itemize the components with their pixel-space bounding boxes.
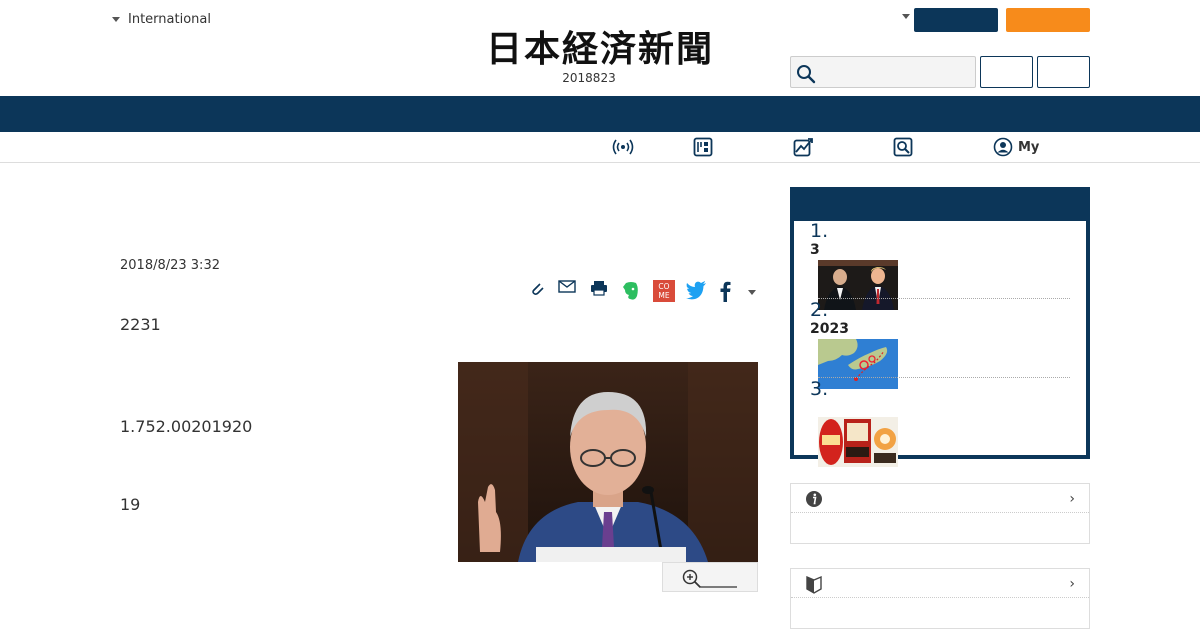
chevron-right-icon: › (1069, 491, 1075, 507)
main-nav-bar (0, 96, 1200, 132)
ranking-number: 2. (810, 299, 829, 321)
ranking-title: 2023 (810, 321, 849, 337)
login-button[interactable] (914, 8, 998, 32)
ranking-thumb-3[interactable] (818, 417, 898, 467)
ranking-divider (818, 377, 1070, 378)
user-icon[interactable] (993, 137, 1013, 157)
twitter-icon[interactable] (685, 280, 707, 300)
nikkei-logo[interactable]: 日本経済新聞 (452, 28, 748, 68)
search-news-icon[interactable] (893, 137, 913, 157)
search-input[interactable] (790, 56, 976, 88)
ranking-number: 1. (810, 220, 829, 242)
broadcast-icon[interactable] (612, 137, 634, 157)
ranking-box: 1. 3 2. 2023 3. (790, 187, 1090, 467)
mail-icon[interactable] (558, 280, 576, 294)
clip-icon[interactable] (528, 280, 546, 298)
sub-nav: My (0, 132, 1200, 163)
article-date: 2018/8/23 3:32 (120, 258, 220, 273)
edition-label: International (128, 12, 211, 27)
svg-text:CO: CO (658, 282, 669, 291)
svg-text:ME: ME (658, 291, 669, 300)
ranking-item-2[interactable]: 2. 2023 (810, 300, 1074, 338)
article-paragraph-2: 1.752.00201920 (120, 417, 253, 436)
edition-selector[interactable]: International (112, 12, 211, 27)
zoom-in-icon (682, 569, 737, 588)
newspaper-icon[interactable] (693, 137, 713, 157)
evernote-icon[interactable] (622, 280, 640, 302)
ranking-divider (818, 298, 1070, 299)
beginner-icon (806, 575, 822, 594)
search-option-button-2[interactable] (1037, 56, 1090, 88)
article-photo[interactable] (458, 362, 758, 562)
subscribe-button[interactable] (1006, 8, 1090, 32)
ranking-title: 3 (810, 242, 820, 258)
dropdown-triangle-icon (112, 17, 120, 22)
logo-text: 日本経済新聞 (486, 28, 714, 68)
info-panel-1: › (790, 483, 1090, 544)
come-icon[interactable]: CO ME (653, 280, 675, 302)
print-icon[interactable] (590, 280, 608, 296)
search-icon (797, 65, 816, 84)
more-dropdown-icon[interactable] (748, 290, 756, 295)
account-dropdown-icon[interactable] (902, 14, 910, 19)
chart-icon[interactable] (793, 137, 815, 157)
search-option-button-1[interactable] (980, 56, 1033, 88)
my-nikkei-label[interactable]: My (1018, 140, 1039, 155)
masthead-date: 2018823 (562, 71, 616, 85)
info-panel-header[interactable]: › (791, 484, 1089, 513)
info-panel-2: › (790, 568, 1090, 629)
ranking-item-3[interactable]: 3. (810, 379, 1074, 399)
facebook-icon[interactable] (718, 280, 732, 302)
article-paragraph-3: 19 (120, 495, 141, 514)
ranking-number: 3. (810, 378, 829, 400)
info-icon (806, 491, 822, 507)
zoom-photo-button[interactable] (662, 562, 758, 592)
article-paragraph-1: 2231 (120, 315, 161, 334)
ranking-item-1[interactable]: 1. 3 (810, 221, 1074, 259)
info-panel-header[interactable]: › (791, 569, 1089, 598)
chevron-right-icon: › (1069, 576, 1075, 592)
